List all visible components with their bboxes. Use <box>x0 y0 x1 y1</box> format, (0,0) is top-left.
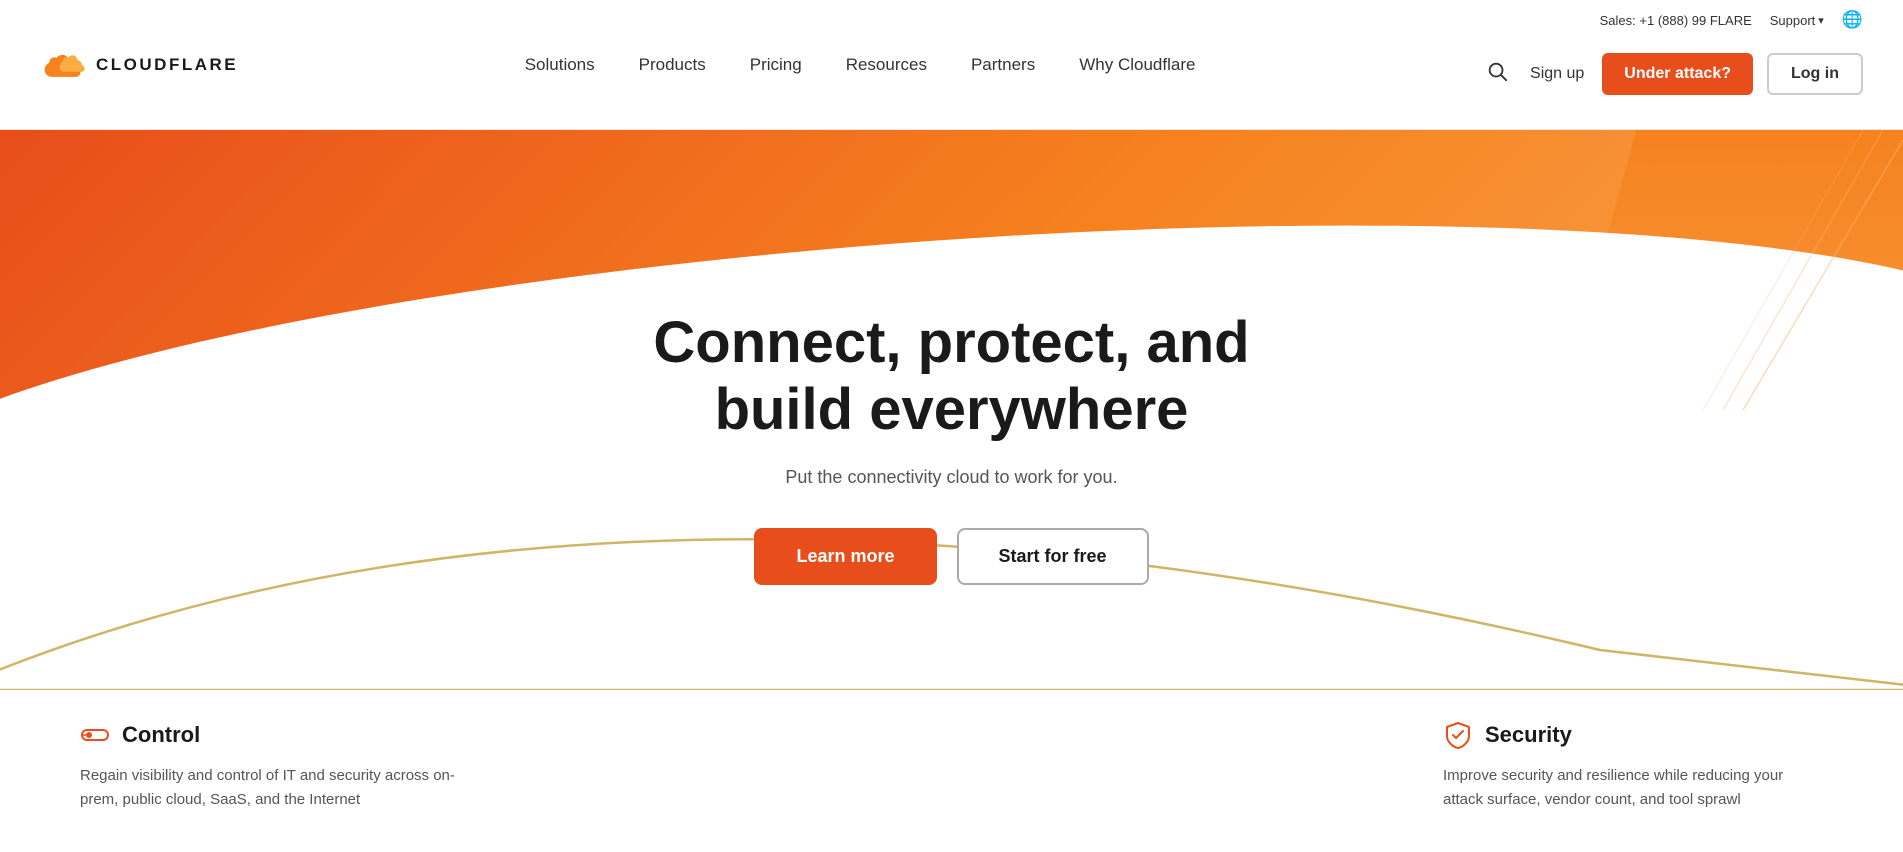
feature-security-header: Security <box>1443 720 1823 750</box>
chevron-down-icon: ▾ <box>1818 14 1824 27</box>
cloudflare-logo-icon <box>40 47 92 83</box>
feature-control-header: Control <box>80 720 460 750</box>
feature-security-desc: Improve security and resilience while re… <box>1443 764 1823 812</box>
feature-control-title: Control <box>122 722 200 748</box>
signup-button[interactable]: Sign up <box>1526 57 1588 91</box>
header-actions: Sign up Under attack? Log in <box>1482 53 1863 95</box>
control-icon <box>80 720 110 750</box>
header-top-bar: Sales: +1 (888) 99 FLARE Support ▾ 🌐 <box>1600 0 1863 40</box>
security-icon <box>1443 720 1473 750</box>
support-link[interactable]: Support ▾ <box>1770 13 1824 28</box>
main-nav: Solutions Products Pricing Resources Par… <box>503 0 1218 130</box>
hero-section: Connect, protect, and build everywhere P… <box>0 130 1903 690</box>
logo-area[interactable]: CLOUDFLARE <box>40 47 238 83</box>
hero-buttons: Learn more Start for free <box>754 528 1148 585</box>
logo-text: CLOUDFLARE <box>96 55 238 75</box>
nav-item-why-cloudflare[interactable]: Why Cloudflare <box>1057 0 1217 130</box>
hero-content: Connect, protect, and build everywhere P… <box>0 130 1903 645</box>
hero-subtitle: Put the connectivity cloud to work for y… <box>785 467 1117 488</box>
nav-item-partners[interactable]: Partners <box>949 0 1057 130</box>
feature-control-desc: Regain visibility and control of IT and … <box>80 764 460 812</box>
features-section: Control Regain visibility and control of… <box>0 690 1903 852</box>
start-free-button[interactable]: Start for free <box>957 528 1149 585</box>
nav-item-pricing[interactable]: Pricing <box>728 0 824 130</box>
search-icon <box>1486 60 1508 82</box>
feature-security: Security Improve security and resilience… <box>1443 720 1823 812</box>
nav-item-products[interactable]: Products <box>617 0 728 130</box>
nav-item-solutions[interactable]: Solutions <box>503 0 617 130</box>
hero-center-spacer <box>500 720 1403 812</box>
globe-icon[interactable]: 🌐 <box>1842 10 1863 30</box>
feature-security-title: Security <box>1485 722 1572 748</box>
hero-title: Connect, protect, and build everywhere <box>653 310 1249 443</box>
sales-number: Sales: +1 (888) 99 FLARE <box>1600 13 1752 28</box>
search-button[interactable] <box>1482 56 1512 92</box>
login-button[interactable]: Log in <box>1767 53 1863 95</box>
feature-control: Control Regain visibility and control of… <box>80 720 460 812</box>
header: Sales: +1 (888) 99 FLARE Support ▾ 🌐 CLO… <box>0 0 1903 130</box>
nav-item-resources[interactable]: Resources <box>824 0 949 130</box>
learn-more-button[interactable]: Learn more <box>754 528 936 585</box>
under-attack-button[interactable]: Under attack? <box>1602 53 1753 95</box>
